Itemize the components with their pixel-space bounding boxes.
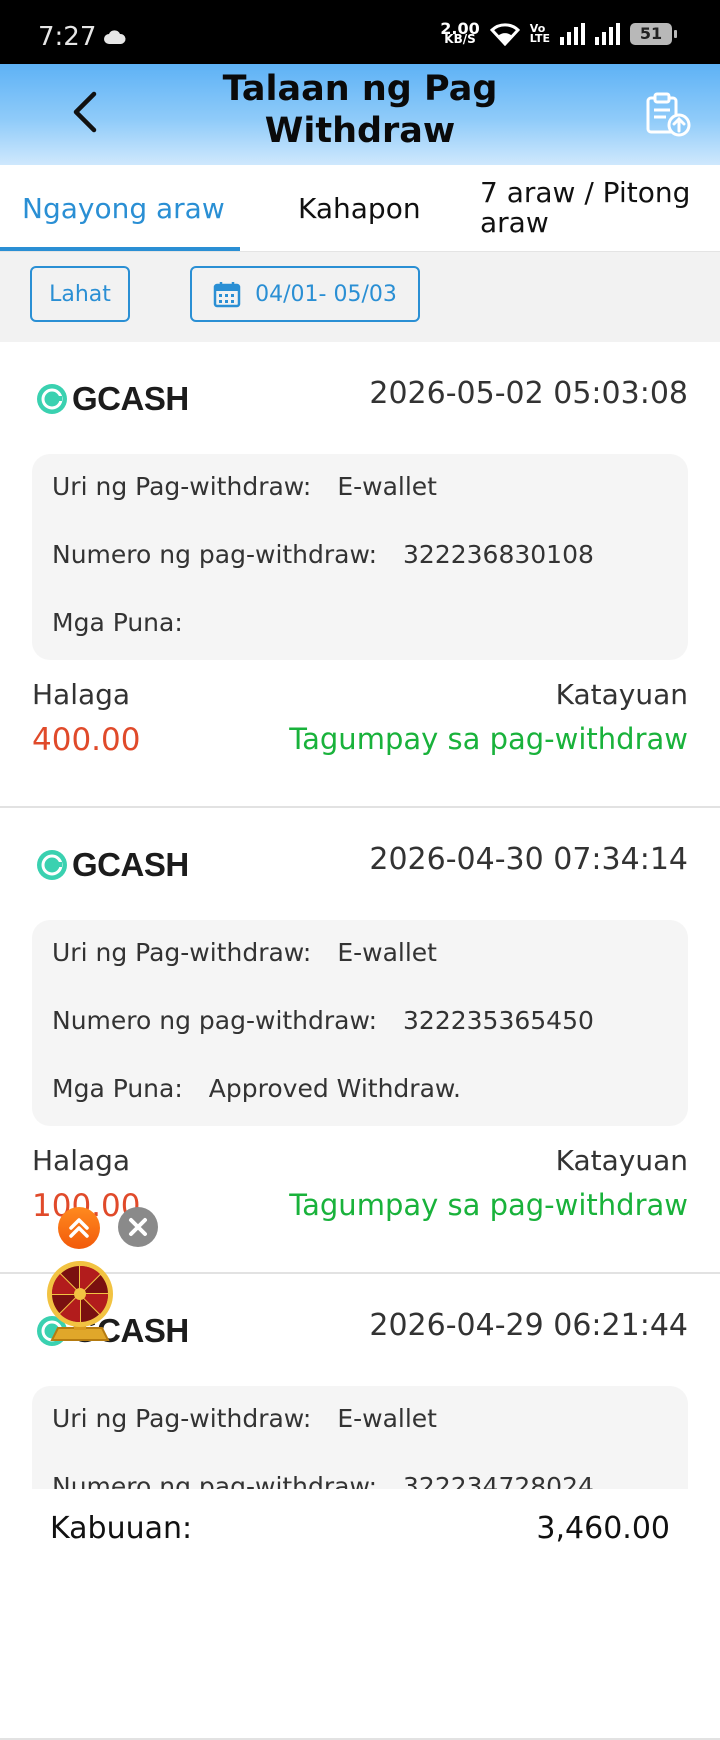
remarks-value: Approved Withdraw. (208, 1074, 461, 1103)
provider-name: GCASH (72, 846, 189, 883)
provider: GCASH (36, 846, 189, 884)
provider-name: GCASH (72, 380, 189, 417)
withdraw-record[interactable]: GCASH 2026-05-02 05:03:08 Uri ng Pag-wit… (0, 342, 720, 808)
amount-label: Halaga (32, 678, 131, 711)
signal-icon (560, 23, 585, 45)
tab-today[interactable]: Ngayong araw (22, 165, 225, 251)
type-label: Uri ng Pag-withdraw (52, 472, 303, 501)
lucky-wheel-button[interactable] (44, 1258, 116, 1344)
amount-label: Halaga (32, 1144, 131, 1177)
battery-icon: 51 (630, 23, 677, 45)
number-value: 322236830108 (403, 540, 594, 569)
page-title: Talaan ng Pag Withdraw (222, 69, 498, 151)
remarks-label: Mga Puna (52, 608, 175, 637)
net-speed: 2.00 KB/S (440, 21, 479, 46)
type-label: Uri ng Pag-withdraw (52, 938, 303, 967)
volte-icon: Vo LTE (529, 23, 550, 45)
status-label: Katayuan (555, 678, 688, 711)
filter-bar: Lahat 04/01- 05/03 (0, 252, 720, 342)
total-value: 3,460.00 (536, 1511, 670, 1546)
close-icon (129, 1218, 147, 1236)
detail-type-row: Uri ng Pag-withdraw: E-wallet (52, 472, 437, 501)
tab-yesterday[interactable]: Kahapon (298, 165, 421, 251)
chevron-left-icon (73, 91, 97, 133)
number-label: Numero ng pag-withdraw (52, 1006, 369, 1035)
period-tabs: Ngayong araw Kahapon 7 araw / Pitong ara… (0, 165, 720, 253)
wifi-icon (489, 23, 520, 46)
status-bar: 7:27 2.00 KB/S Vo LTE 51 (0, 0, 720, 64)
type-value: E-wallet (337, 1404, 437, 1433)
colon: : (174, 608, 183, 637)
gcash-logo-icon (37, 384, 67, 414)
type-value: E-wallet (337, 472, 437, 501)
back-button[interactable] (62, 86, 114, 138)
number-label: Numero ng pag-withdraw (52, 540, 369, 569)
detail-number-row: Numero ng pag-withdraw: 322236830108 (52, 540, 594, 569)
total-label: Kabuuan: (50, 1511, 193, 1546)
all-filter-label: Lahat (49, 281, 111, 307)
prize-wheel-icon (47, 1261, 113, 1341)
cloud-icon (104, 30, 126, 44)
colon: : (302, 1404, 312, 1433)
active-tab-indicator (0, 247, 240, 251)
close-floating-button[interactable] (118, 1207, 158, 1247)
record-details: Uri ng Pag-withdraw: E-wallet Numero ng p… (32, 454, 688, 660)
status-time: 7:27 (38, 22, 97, 52)
colon: : (302, 472, 312, 501)
net-speed-unit: KB/S (444, 32, 476, 46)
detail-type-row: Uri ng Pag-withdraw: E-wallet (52, 1404, 437, 1433)
detail-remarks-row: Mga Puna: Approved Withdraw. (52, 1074, 461, 1103)
scroll-top-button[interactable] (58, 1207, 100, 1249)
detail-remarks-row: Mga Puna: (52, 608, 209, 637)
tab-seven-days[interactable]: 7 araw / Pitong araw (480, 165, 700, 251)
status-value: Tagumpay sa pag-withdraw (289, 722, 688, 756)
amount-value: 400.00 (32, 722, 141, 758)
status-icons: 2.00 KB/S Vo LTE 51 (440, 21, 677, 46)
record-details: Uri ng Pag-withdraw: E-wallet Numero ng p… (32, 920, 688, 1126)
double-chevron-up-icon (69, 1218, 89, 1238)
record-datetime: 2026-04-29 06:21:44 (369, 1308, 688, 1343)
colon: : (302, 938, 312, 967)
date-range-button[interactable]: 04/01- 05/03 (190, 266, 420, 322)
export-button[interactable] (644, 90, 692, 138)
remarks-label: Mga Puna (52, 1074, 175, 1103)
total-footer: Kabuuan: 3,460.00 (0, 1489, 720, 1604)
status-value: Tagumpay sa pag-withdraw (289, 1188, 688, 1222)
provider: GCASH (36, 380, 189, 418)
colon: : (174, 1074, 183, 1103)
gcash-logo-icon (37, 850, 67, 880)
type-label: Uri ng Pag-withdraw (52, 1404, 303, 1433)
colon: : (368, 540, 378, 569)
status-label: Katayuan (555, 1144, 688, 1177)
record-datetime: 2026-05-02 05:03:08 (369, 376, 688, 411)
type-value: E-wallet (337, 938, 437, 967)
number-value: 322235365450 (403, 1006, 594, 1035)
withdraw-record[interactable]: GCASH 2026-04-30 07:34:14 Uri ng Pag-wit… (0, 808, 720, 1274)
colon: : (368, 1006, 378, 1035)
volte-bottom: LTE (529, 32, 550, 45)
record-datetime: 2026-04-30 07:34:14 (369, 842, 688, 877)
clipboard-upload-icon (646, 92, 691, 137)
all-filter-button[interactable]: Lahat (30, 266, 130, 322)
detail-number-row: Numero ng pag-withdraw: 322235365450 (52, 1006, 594, 1035)
detail-type-row: Uri ng Pag-withdraw: E-wallet (52, 938, 437, 967)
date-range-label: 04/01- 05/03 (255, 281, 397, 307)
calendar-icon (213, 282, 241, 308)
app-header: Talaan ng Pag Withdraw (0, 64, 720, 165)
signal-icon-2 (595, 23, 620, 45)
